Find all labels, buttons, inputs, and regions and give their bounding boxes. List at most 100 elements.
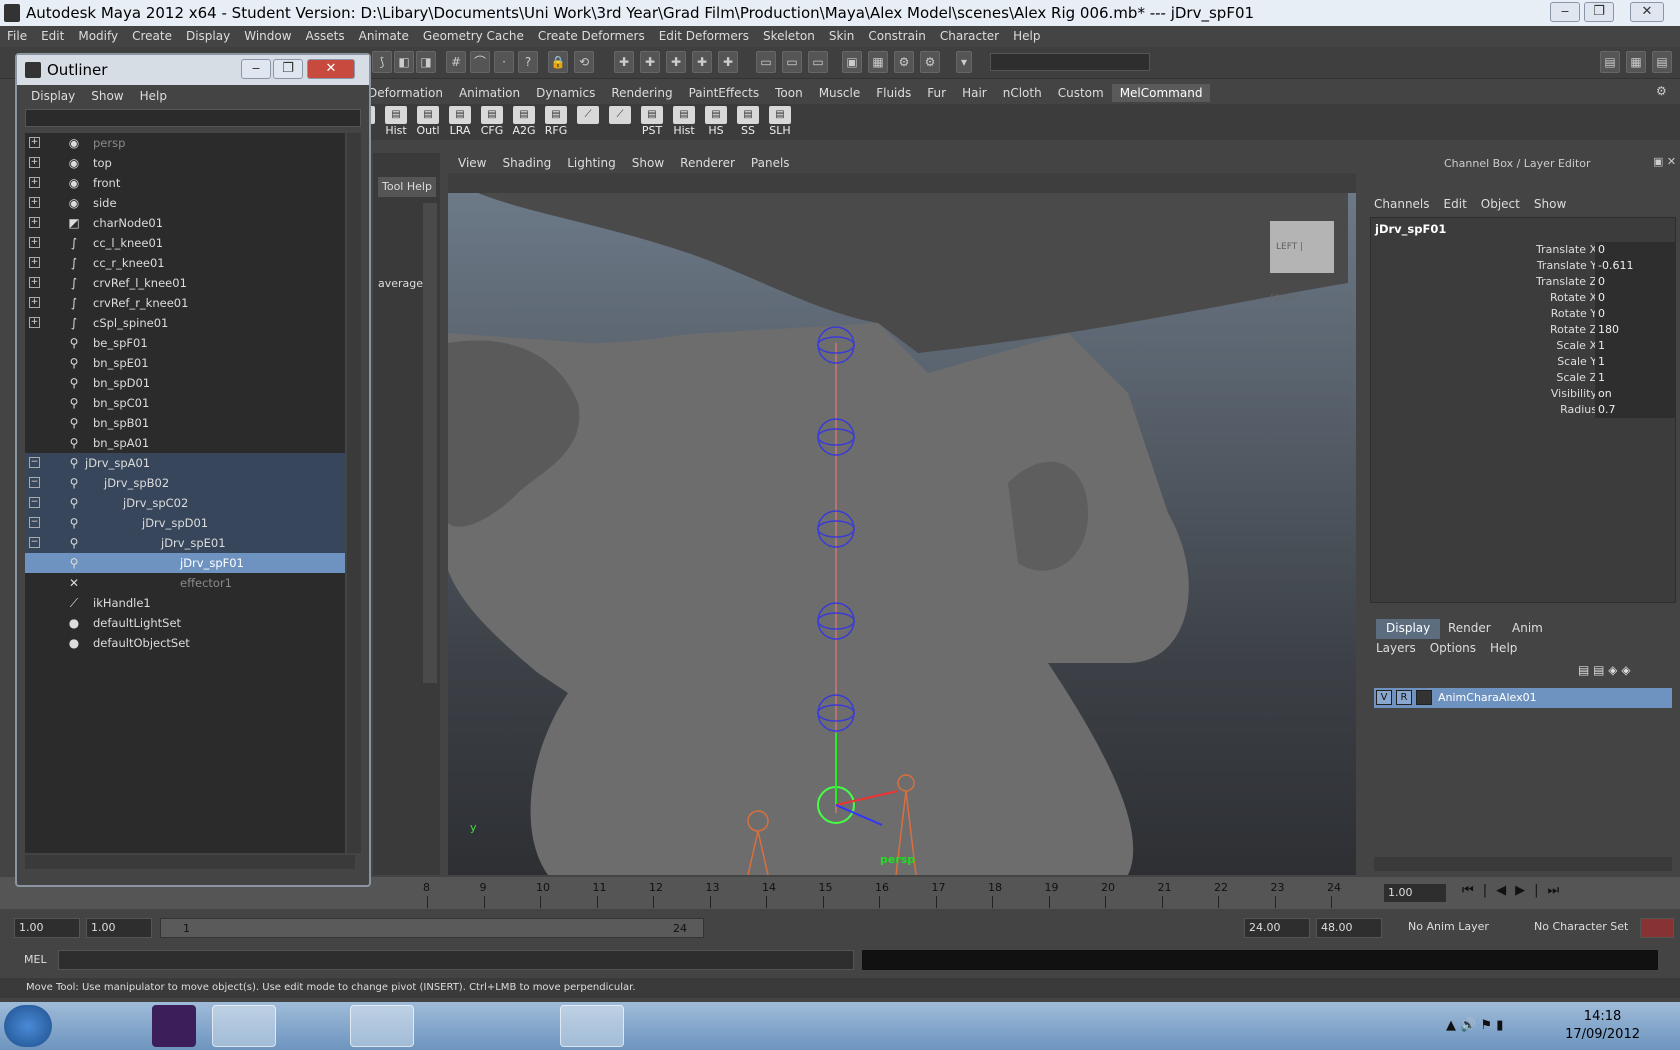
outliner-item[interactable]: ⚲ bn_spA01: [25, 433, 345, 453]
shelf-button-11[interactable]: ▤ HS: [700, 106, 732, 140]
shelf-button-6[interactable]: ▤ RFG: [540, 106, 572, 140]
viewport-menu-view[interactable]: View: [458, 156, 486, 170]
outliner-item[interactable]: + ◉ top: [25, 153, 345, 173]
outliner-item[interactable]: + ∫ crvRef_l_knee01: [25, 273, 345, 293]
selected-object-name[interactable]: jDrv_spF01: [1375, 222, 1446, 236]
shelf-tab-fluids[interactable]: Fluids: [868, 84, 919, 102]
taskbar-premiere-icon[interactable]: [152, 1005, 196, 1047]
outliner-item[interactable]: − ⚲ jDrv_spA01: [25, 453, 345, 473]
outliner-hscrollbar[interactable]: [25, 855, 355, 869]
toggle-icon-a[interactable]: ▭: [756, 51, 776, 73]
outliner-search-field[interactable]: [25, 109, 361, 127]
maximize-button[interactable]: ❐: [1584, 2, 1614, 22]
outliner-menu-help[interactable]: Help: [140, 89, 167, 103]
expand-toggle[interactable]: +: [29, 257, 40, 268]
end-time-field[interactable]: 48.00: [1316, 918, 1382, 938]
mel-input[interactable]: [58, 950, 854, 970]
expand-toggle[interactable]: +: [29, 297, 40, 308]
tool-settings-scrollbar[interactable]: [423, 203, 437, 683]
outliner-item[interactable]: + ∫ cc_r_knee01: [25, 253, 345, 273]
viewport-menu-lighting[interactable]: Lighting: [567, 156, 616, 170]
shelf-tab-muscle[interactable]: Muscle: [811, 84, 869, 102]
menu-window[interactable]: Window: [237, 26, 298, 47]
quick-selection-field[interactable]: [990, 53, 1150, 71]
attribute-value[interactable]: on: [1595, 386, 1675, 402]
shelf-button-10[interactable]: ▤ Hist: [668, 106, 700, 140]
menu-create[interactable]: Create: [125, 26, 179, 47]
menu-character[interactable]: Character: [933, 26, 1006, 47]
expand-toggle[interactable]: −: [29, 537, 40, 548]
outliner-item[interactable]: + ◉ persp: [25, 133, 345, 153]
taskbar-paint-icon[interactable]: [560, 1005, 624, 1047]
layer-visibility-toggle[interactable]: V: [1376, 690, 1392, 705]
channel-attribute[interactable]: Translate Z0: [1371, 274, 1677, 290]
viewport-menu-shading[interactable]: Shading: [502, 156, 551, 170]
viewcube[interactable]: LEFT | FRONT: [1270, 221, 1334, 304]
viewport-menu-panels[interactable]: Panels: [751, 156, 790, 170]
select-object-icon[interactable]: ◧: [394, 51, 414, 73]
attribute-value[interactable]: 1: [1595, 354, 1675, 370]
input-mode-icon[interactable]: ▾: [956, 51, 972, 73]
layer-color-swatch[interactable]: [1416, 690, 1432, 705]
outliner-item[interactable]: − ⚲ jDrv_spD01: [25, 513, 345, 533]
snap-grid-icon[interactable]: #: [446, 51, 466, 73]
render-settings-icon[interactable]: ✚: [666, 51, 686, 73]
start-button[interactable]: [4, 1005, 52, 1047]
channel-box-menu-object[interactable]: Object: [1481, 197, 1520, 211]
channel-attribute[interactable]: Translate X0: [1371, 242, 1677, 258]
attribute-value[interactable]: 0: [1595, 290, 1675, 306]
taskbar-explorer-icon[interactable]: [72, 1005, 136, 1047]
taskbar-steam-icon[interactable]: [420, 1005, 484, 1047]
taskbar-itunes-icon[interactable]: [490, 1005, 554, 1047]
expand-toggle[interactable]: −: [29, 517, 40, 528]
viewport-menu-show[interactable]: Show: [632, 156, 664, 170]
outliner-item[interactable]: ⚲ bn_spB01: [25, 413, 345, 433]
node-icon[interactable]: ⚙: [920, 51, 940, 73]
ipr-render-icon[interactable]: ✚: [640, 51, 660, 73]
layout-icon[interactable]: ▦: [868, 51, 888, 73]
outliner-item[interactable]: + ∫ crvRef_r_knee01: [25, 293, 345, 313]
history-icon[interactable]: ⟲: [574, 51, 594, 73]
graph-icon[interactable]: ⚙: [894, 51, 914, 73]
playback-end-field[interactable]: 24.00: [1244, 918, 1310, 938]
outliner-maximize-button[interactable]: ❐: [273, 59, 303, 79]
shelf-tab-hair[interactable]: Hair: [954, 84, 995, 102]
menu-help[interactable]: Help: [1006, 26, 1047, 47]
expand-toggle[interactable]: +: [29, 197, 40, 208]
channel-box-menu-edit[interactable]: Edit: [1444, 197, 1467, 211]
playback-start-field[interactable]: 1.00: [86, 918, 152, 938]
layer-menu-layers[interactable]: Layers: [1376, 641, 1416, 655]
layer-menu-help[interactable]: Help: [1490, 641, 1517, 655]
attribute-value[interactable]: 0: [1595, 242, 1675, 258]
shelf-button-12[interactable]: ▤ SS: [732, 106, 764, 140]
attribute-value[interactable]: 1: [1595, 338, 1675, 354]
attribute-value[interactable]: 0: [1595, 274, 1675, 290]
layer-menu-options[interactable]: Options: [1430, 641, 1476, 655]
snap-curve-icon[interactable]: ⌒: [470, 51, 490, 73]
channel-attribute[interactable]: Radius 0.7: [1371, 402, 1677, 418]
channel-attribute[interactable]: Translate Y -0.611: [1371, 258, 1677, 274]
channel-attribute[interactable]: Rotate Z 180: [1371, 322, 1677, 338]
layer-tab-render[interactable]: Render: [1438, 619, 1501, 639]
expand-toggle[interactable]: +: [29, 237, 40, 248]
channel-attribute[interactable]: Rotate X0: [1371, 290, 1677, 306]
tray-icons[interactable]: ▲ 🔊 ⚑ ▮: [1446, 1018, 1503, 1033]
lock-icon[interactable]: 🔒: [548, 51, 568, 73]
attribute-value[interactable]: 0.7: [1595, 402, 1675, 418]
expand-toggle[interactable]: +: [29, 277, 40, 288]
outliner-item[interactable]: ⚲ bn_spE01: [25, 353, 345, 373]
playback-controls[interactable]: ⏮|◀▶|⏭: [1462, 883, 1672, 903]
select-component-icon[interactable]: ◨: [416, 51, 436, 73]
shelf-tab-ncloth[interactable]: nCloth: [995, 84, 1050, 102]
shelf-tab-dynamics[interactable]: Dynamics: [528, 84, 603, 102]
outliner-vscrollbar[interactable]: [347, 133, 361, 853]
taskbar-maya-icon[interactable]: [212, 1005, 276, 1047]
attribute-value[interactable]: 180: [1595, 322, 1675, 338]
current-time-field[interactable]: 1.00: [1383, 883, 1447, 903]
channel-box-menu-channels[interactable]: Channels: [1374, 197, 1430, 211]
menu-geometry-cache[interactable]: Geometry Cache: [416, 26, 531, 47]
shelf-tab-rendering[interactable]: Rendering: [603, 84, 680, 102]
render-view-icon[interactable]: ✚: [718, 51, 738, 73]
expand-toggle[interactable]: +: [29, 317, 40, 328]
expand-toggle[interactable]: −: [29, 457, 40, 468]
